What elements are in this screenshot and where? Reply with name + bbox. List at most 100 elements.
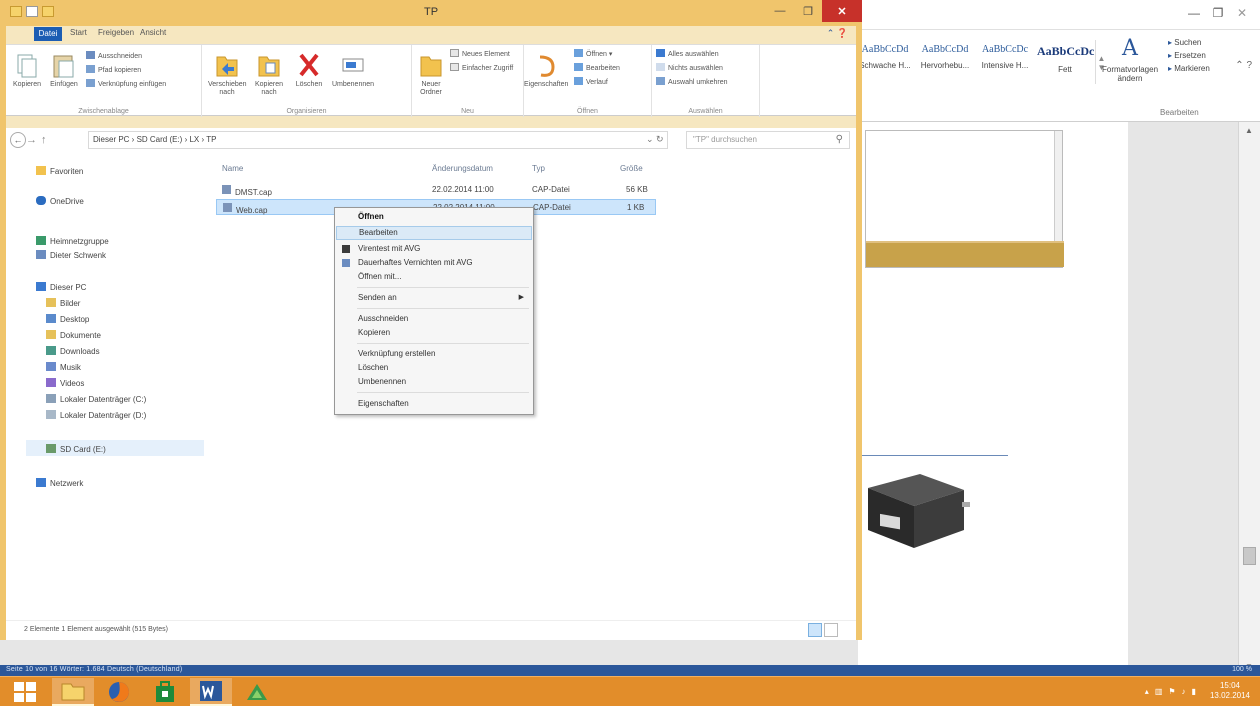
- back-arrow-icon[interactable]: ←: [10, 132, 26, 148]
- flag-tray-icon[interactable]: ⚑: [1168, 687, 1175, 696]
- menu-item-open[interactable]: Öffnen: [336, 210, 532, 224]
- scroll-up-icon[interactable]: ▲: [1245, 126, 1253, 135]
- paste-shortcut-button[interactable]: Verknüpfung einfügen: [86, 79, 166, 91]
- select-button[interactable]: Markieren: [1168, 62, 1210, 75]
- menu-item-shred-avg[interactable]: Dauerhaftes Vernichten mit AVG: [336, 256, 532, 270]
- column-header-name[interactable]: Name: [222, 164, 243, 173]
- tree-network[interactable]: Netzwerk: [36, 478, 83, 488]
- tab-start[interactable]: Start: [70, 28, 87, 37]
- tree-downloads[interactable]: Downloads: [46, 346, 100, 356]
- replace-button[interactable]: Ersetzen: [1168, 49, 1210, 62]
- open-dropdown-button[interactable]: Öffnen ▾: [574, 49, 612, 61]
- taskbar-explorer[interactable]: [52, 678, 94, 706]
- menu-separator: [357, 287, 529, 288]
- tray-arrow-icon[interactable]: ▴: [1145, 687, 1149, 696]
- tree-this-pc[interactable]: Dieser PC: [36, 282, 86, 292]
- properties-button[interactable]: Eigenschaften: [524, 53, 568, 89]
- taskbar-store[interactable]: [144, 678, 186, 706]
- menu-item-rename[interactable]: Umbenennen: [336, 375, 532, 389]
- up-arrow-icon[interactable]: ↑: [41, 134, 51, 146]
- tree-music[interactable]: Musik: [46, 362, 81, 372]
- file-row-dmst[interactable]: DMST.cap 22.02.2014 11:00 CAP-Datei 56 K…: [216, 182, 656, 198]
- tree-sd-card[interactable]: SD Card (E:): [46, 444, 106, 454]
- paste-button[interactable]: Einfügen: [46, 53, 82, 89]
- windows-start-icon[interactable]: [14, 682, 36, 702]
- scrollbar-thumb[interactable]: [1243, 547, 1256, 565]
- menu-item-create-shortcut[interactable]: Verknüpfung erstellen: [336, 347, 532, 361]
- zoom-level[interactable]: 100 %: [1232, 666, 1252, 673]
- tree-onedrive[interactable]: OneDrive: [36, 196, 84, 206]
- style-emphasis[interactable]: AaBbCcDd Hervorhebu...: [915, 40, 975, 84]
- menu-item-properties[interactable]: Eigenschaften: [336, 397, 532, 411]
- minimize-icon[interactable]: —: [1182, 4, 1206, 22]
- new-folder-button[interactable]: Neuer Ordner: [414, 51, 448, 97]
- copy-path-button[interactable]: Pfad kopieren: [86, 65, 141, 77]
- tree-videos[interactable]: Videos: [46, 378, 84, 388]
- search-input[interactable]: "TP" durchsuchen ⚲: [686, 131, 850, 149]
- tab-file[interactable]: Datei: [34, 27, 62, 41]
- change-styles-button[interactable]: A Formatvorlagen ändern: [1102, 36, 1158, 83]
- taskbar-word[interactable]: [190, 678, 232, 706]
- delete-button[interactable]: Löschen: [292, 51, 326, 89]
- clock[interactable]: 15:04 13.02.2014: [1210, 681, 1250, 701]
- rename-button[interactable]: Umbenennen: [330, 51, 376, 89]
- style-strong[interactable]: AaBbCcDc Fett: [1035, 40, 1095, 84]
- menu-item-send-to[interactable]: Senden an ▶: [336, 291, 532, 305]
- ribbon-collapse-icon[interactable]: ⌃ ?: [1235, 60, 1252, 71]
- help-icon[interactable]: ⌃ ❓: [827, 28, 848, 39]
- close-icon[interactable]: ✕: [1230, 4, 1254, 22]
- tree-label: Lokaler Datenträger (D:): [60, 411, 147, 420]
- taskbar-firefox[interactable]: [98, 678, 140, 706]
- battery-tray-icon[interactable]: ▮: [1192, 687, 1196, 696]
- address-bar[interactable]: Dieser PC › SD Card (E:) › LX › TP: [88, 131, 668, 149]
- large-icons-view-icon[interactable]: [824, 623, 838, 637]
- restore-icon[interactable]: ❐: [1206, 4, 1230, 22]
- tree-drive-d[interactable]: Lokaler Datenträger (D:): [46, 410, 146, 420]
- select-all-button[interactable]: Alles auswählen: [656, 49, 719, 61]
- column-header-date[interactable]: Änderungsdatum: [432, 164, 493, 173]
- column-header-type[interactable]: Typ: [532, 164, 545, 173]
- tree-pictures[interactable]: Bilder: [46, 298, 80, 308]
- tree-desktop[interactable]: Desktop: [46, 314, 89, 324]
- tab-share[interactable]: Freigeben: [98, 28, 134, 37]
- cut-button[interactable]: Ausschneiden: [86, 51, 142, 63]
- menu-item-scan-avg[interactable]: Virentest mit AVG: [336, 242, 532, 256]
- menu-item-open-with[interactable]: Öffnen mit...: [336, 270, 532, 284]
- close-icon[interactable]: ✕: [822, 0, 862, 22]
- column-header-size[interactable]: Größe: [620, 164, 643, 173]
- network-tray-icon[interactable]: ▥: [1155, 687, 1163, 696]
- edit-button[interactable]: Bearbeiten: [574, 63, 620, 75]
- refresh-icon[interactable]: ⌄ ↻: [646, 134, 664, 145]
- tree-label: Dokumente: [60, 331, 101, 340]
- find-button[interactable]: Suchen: [1168, 36, 1210, 49]
- word-vertical-scrollbar[interactable]: ▲ ▼: [1238, 122, 1260, 676]
- style-subtle-emphasis[interactable]: AaBbCcDd Schwache H...: [855, 40, 915, 84]
- easy-access-button[interactable]: Einfacher Zugriff: [450, 63, 513, 75]
- volume-tray-icon[interactable]: ♪: [1182, 687, 1186, 696]
- history-button[interactable]: Verlauf: [574, 77, 608, 89]
- invert-selection-button[interactable]: Auswahl umkehren: [656, 77, 728, 89]
- tree-drive-c[interactable]: Lokaler Datenträger (C:): [46, 394, 146, 404]
- scissors-icon: [86, 51, 95, 59]
- tree-favorites[interactable]: Favoriten: [36, 166, 83, 176]
- edit-label: Bearbeiten: [586, 65, 620, 72]
- new-item-button[interactable]: Neues Element: [450, 49, 510, 61]
- maximize-icon[interactable]: ❐: [794, 0, 822, 22]
- tree-homegroup[interactable]: Heimnetzgruppe: [36, 236, 109, 246]
- select-none-button[interactable]: Nichts auswählen: [656, 63, 723, 75]
- details-view-icon[interactable]: [808, 623, 822, 637]
- tree-user[interactable]: Dieter Schwenk: [36, 250, 106, 260]
- copy-to-button[interactable]: Kopieren nach: [250, 51, 288, 97]
- tree-documents[interactable]: Dokumente: [46, 330, 101, 340]
- menu-item-copy[interactable]: Kopieren: [336, 326, 532, 340]
- forward-arrow-icon[interactable]: →: [26, 134, 41, 146]
- move-to-button[interactable]: Verschieben nach: [208, 51, 247, 97]
- menu-item-cut[interactable]: Ausschneiden: [336, 312, 532, 326]
- minimize-icon[interactable]: —: [766, 0, 794, 22]
- tab-view[interactable]: Ansicht: [140, 28, 166, 37]
- style-intense-emphasis[interactable]: AaBbCcDc Intensive H...: [975, 40, 1035, 84]
- menu-item-edit[interactable]: Bearbeiten: [336, 226, 532, 240]
- taskbar-app[interactable]: [236, 678, 278, 706]
- menu-item-delete[interactable]: Löschen: [336, 361, 532, 375]
- copy-button[interactable]: Kopieren: [10, 53, 44, 89]
